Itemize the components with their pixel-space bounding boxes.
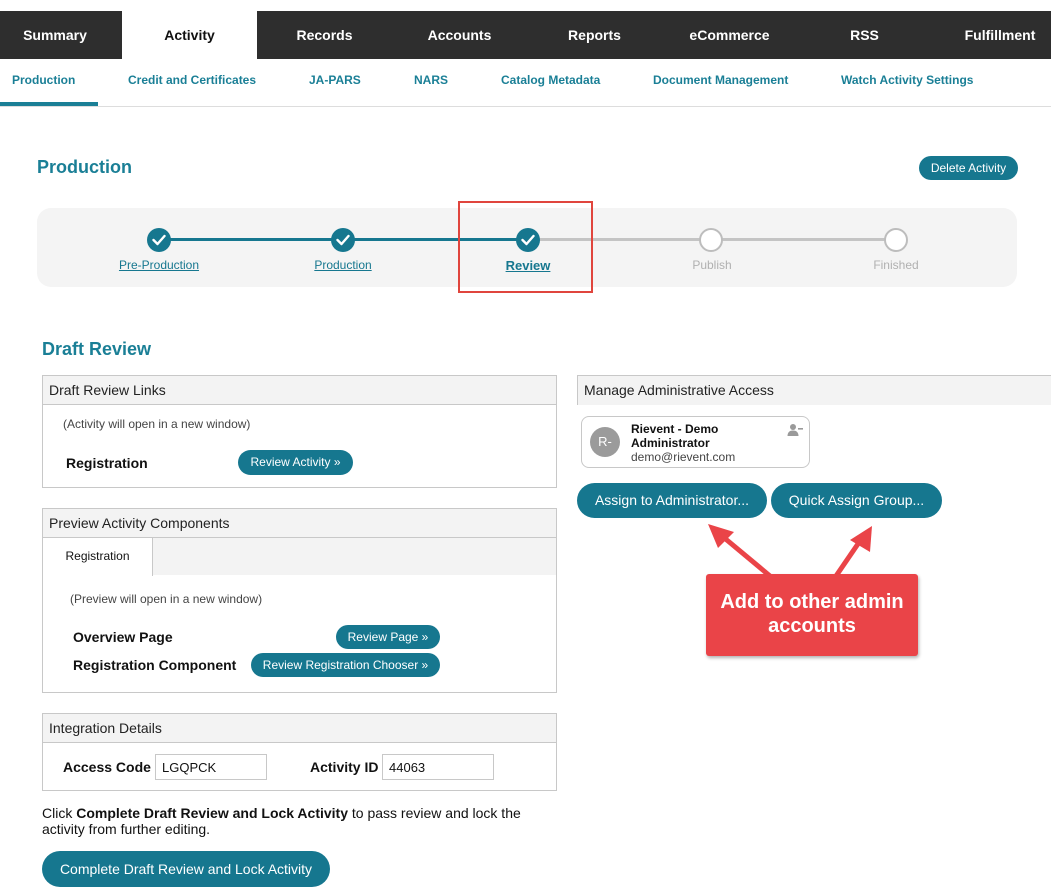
overview-page-label: Overview Page	[73, 629, 173, 645]
registration-component-label: Registration Component	[73, 657, 237, 673]
tab-summary[interactable]: Summary	[0, 11, 110, 59]
complete-review-instructions: Click Complete Draft Review and Lock Act…	[42, 805, 542, 837]
assign-to-administrator-button[interactable]: Assign to Administrator...	[577, 483, 767, 518]
tab-strip	[153, 538, 556, 575]
admin-card: R- Rievent - Demo Administrator demo@rie…	[581, 416, 810, 468]
subnav-catalog-metadata[interactable]: Catalog Metadata	[501, 73, 600, 87]
tab-activity[interactable]: Activity	[122, 11, 257, 59]
callout-line: Add to other admin	[720, 591, 904, 613]
subnav-watch-activity-settings[interactable]: Watch Activity Settings	[841, 73, 973, 87]
step-empty-circle-icon	[884, 228, 908, 252]
avatar: R-	[590, 427, 620, 457]
step-pre-production[interactable]: Pre-Production	[99, 258, 219, 272]
tab-ecommerce[interactable]: eCommerce	[662, 11, 797, 59]
step-publish: Publish	[692, 258, 732, 272]
panel-header: Draft Review Links	[43, 376, 556, 405]
admin-email: demo@rievent.com	[631, 450, 736, 464]
access-code-field[interactable]	[155, 754, 267, 780]
review-highlight-box	[458, 201, 593, 293]
callout-line: accounts	[768, 615, 856, 637]
tab-accounts[interactable]: Accounts	[392, 11, 527, 59]
admin-access-panel: Manage Administrative Access	[577, 375, 1051, 405]
tab-reports[interactable]: Reports	[527, 11, 662, 59]
tab-fulfillment[interactable]: Fulfillment	[945, 11, 1051, 59]
review-registration-chooser-button[interactable]: Review Registration Chooser »	[251, 653, 440, 677]
step-empty-circle-icon	[699, 228, 723, 252]
panel-header: Preview Activity Components	[43, 509, 556, 538]
activity-id-field[interactable]	[382, 754, 494, 780]
step-check-icon	[331, 228, 355, 252]
annotation-callout: Add to other admin accounts	[706, 574, 918, 656]
subnav-nars[interactable]: NARS	[414, 73, 448, 87]
panel-header: Manage Administrative Access	[578, 376, 1051, 405]
registration-label: Registration	[66, 455, 148, 471]
delete-activity-button[interactable]: Delete Activity	[919, 156, 1018, 180]
subnav-production[interactable]: Production	[12, 73, 75, 87]
step-check-icon	[147, 228, 171, 252]
preview-components-panel: Preview Activity Components Registration…	[42, 508, 557, 693]
panel-header: Integration Details	[43, 714, 556, 743]
review-activity-button[interactable]: Review Activity »	[238, 450, 353, 475]
annotation-arrows	[708, 524, 872, 578]
tab-records[interactable]: Records	[257, 11, 392, 59]
draft-review-links-panel: Draft Review Links (Activity will open i…	[42, 375, 557, 488]
open-window-note: (Activity will open in a new window)	[63, 417, 251, 431]
subnav-ja-pars[interactable]: JA-PARS	[309, 73, 361, 87]
sub-nav: Production Credit and Certificates JA-PA…	[0, 59, 1051, 107]
step-finished: Finished	[873, 258, 919, 272]
review-page-button[interactable]: Review Page »	[336, 625, 440, 649]
remove-user-icon[interactable]	[787, 423, 803, 442]
integration-details-panel: Integration Details Access Code Activity…	[42, 713, 557, 791]
tab-rss[interactable]: RSS	[797, 11, 932, 59]
instructions-bold-text: Complete Draft Review and Lock Activity	[76, 805, 349, 821]
step-production[interactable]: Production	[283, 258, 403, 272]
quick-assign-group-button[interactable]: Quick Assign Group...	[771, 483, 942, 518]
active-subnav-indicator	[0, 102, 98, 106]
preview-window-note: (Preview will open in a new window)	[70, 592, 263, 606]
top-nav: Summary Activity Records Accounts Report…	[0, 11, 1051, 59]
subnav-document-management[interactable]: Document Management	[653, 73, 788, 87]
page-title: Production	[37, 157, 132, 177]
activity-id-label: Activity ID	[310, 759, 379, 775]
instructions-text: Click	[42, 805, 77, 821]
access-code-label: Access Code	[63, 759, 151, 775]
tab-registration[interactable]: Registration	[43, 538, 153, 576]
draft-review-title: Draft Review	[42, 339, 152, 359]
complete-draft-review-button[interactable]: Complete Draft Review and Lock Activity	[42, 851, 330, 887]
admin-name: Rievent - Demo Administrator	[631, 422, 719, 450]
subnav-credit-and-certificates[interactable]: Credit and Certificates	[128, 73, 256, 87]
